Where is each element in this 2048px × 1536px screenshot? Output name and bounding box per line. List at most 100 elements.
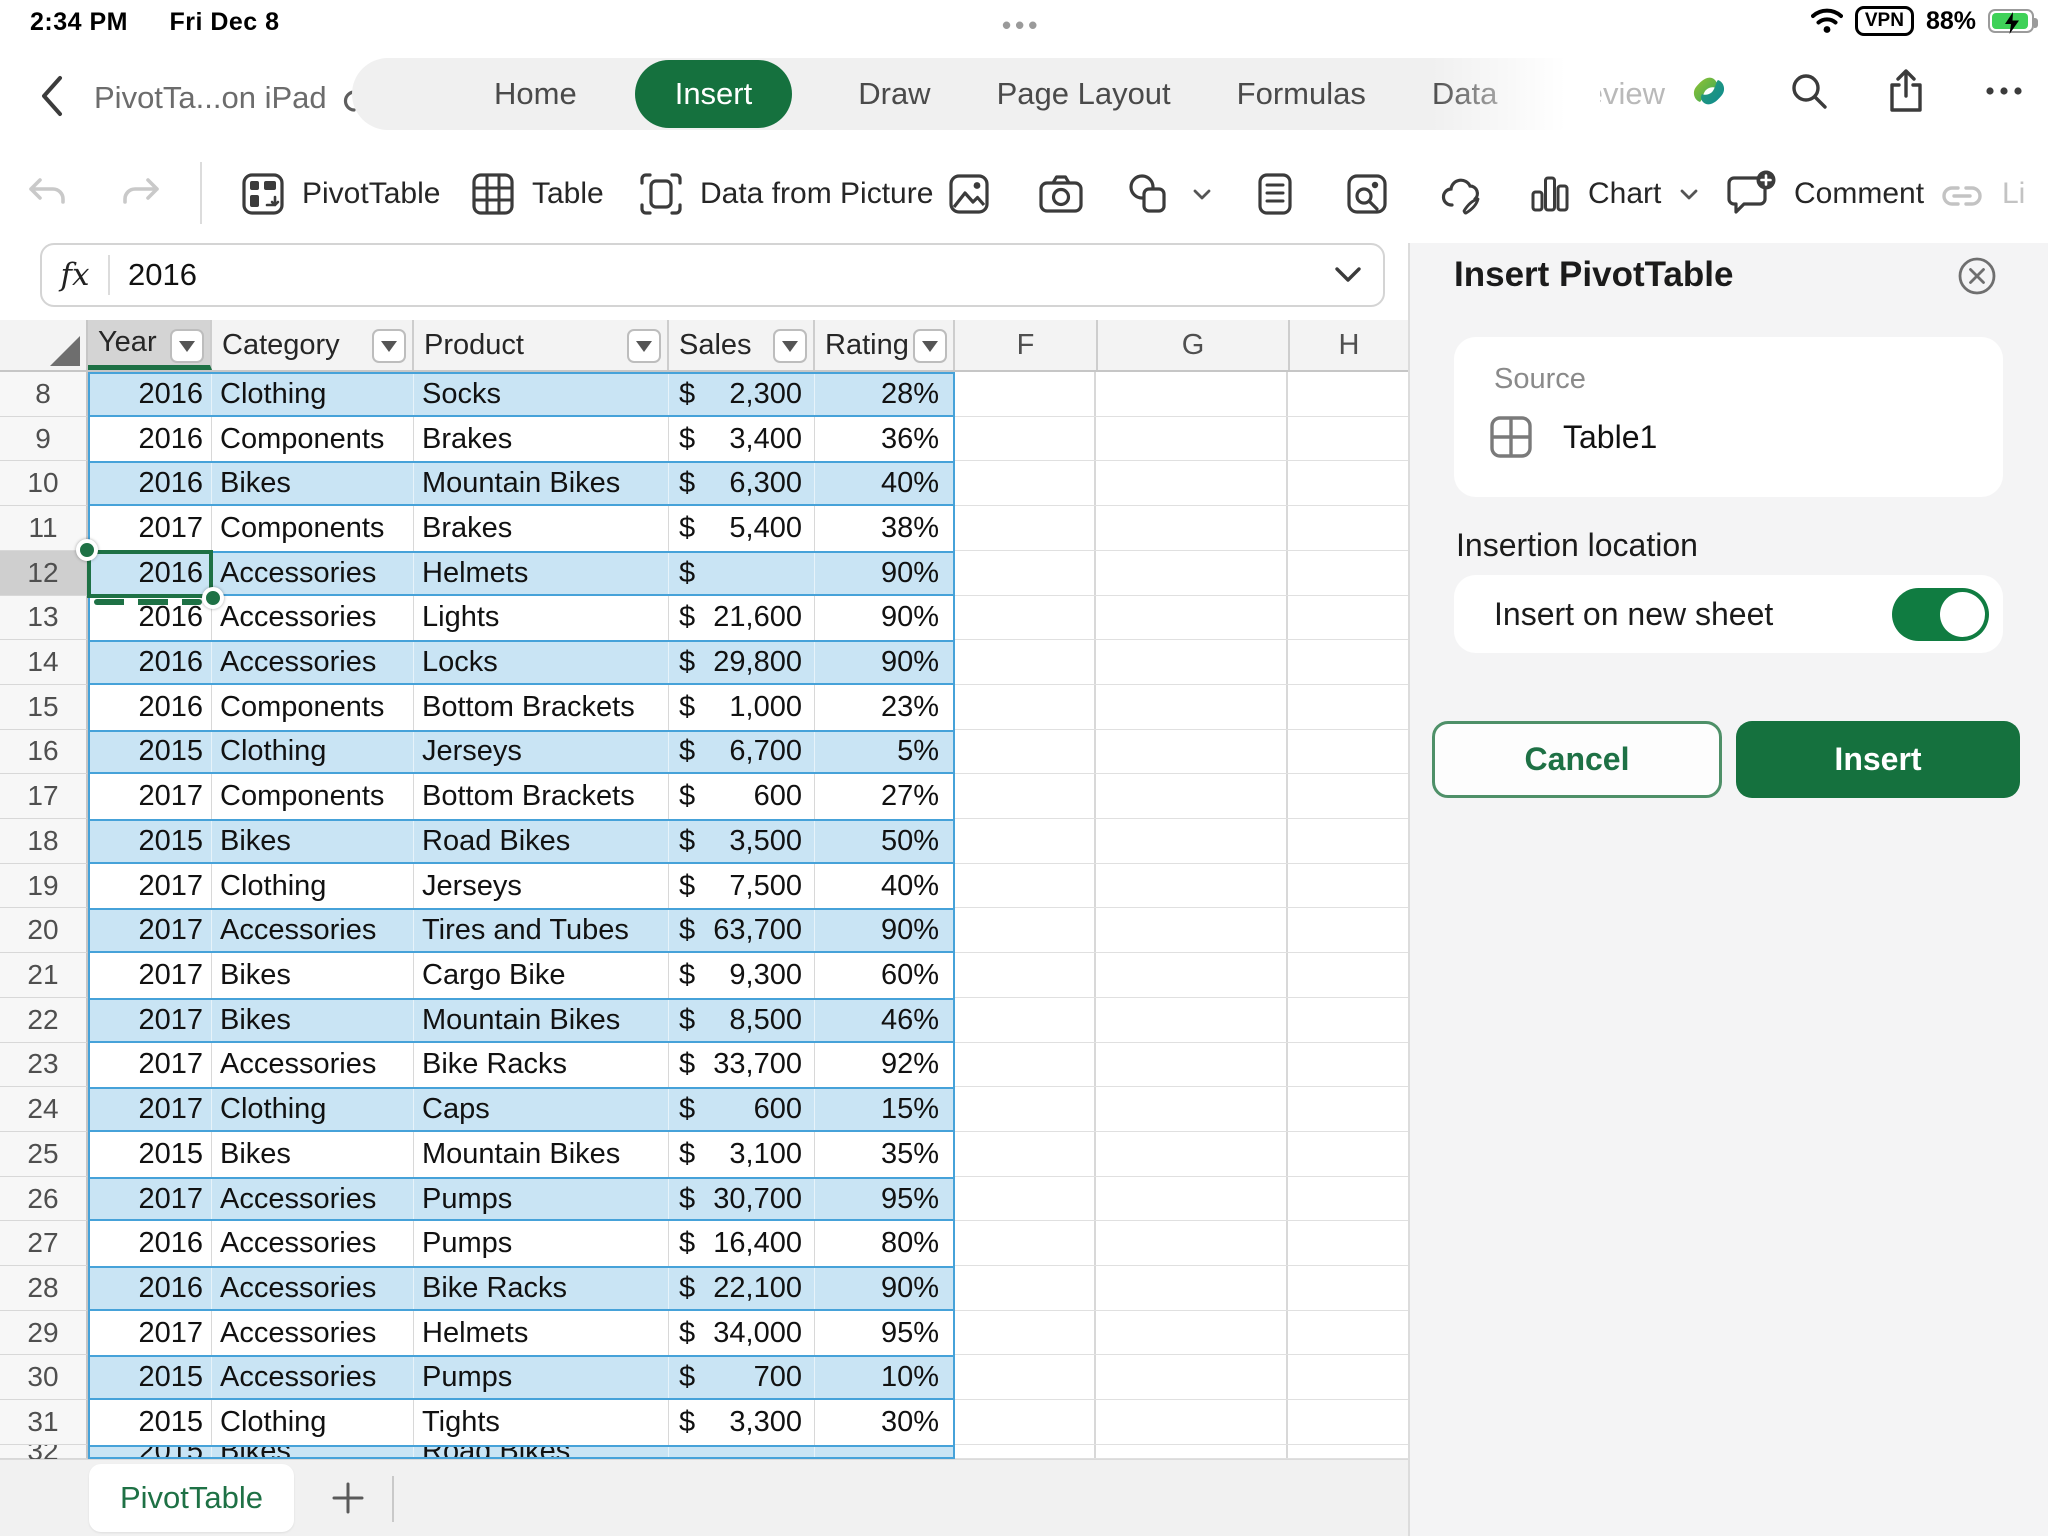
camera-button[interactable] bbox=[1037, 150, 1085, 238]
column-header-h[interactable]: H bbox=[1290, 320, 1408, 370]
cell-rating[interactable]: 40% bbox=[815, 864, 953, 909]
cell-year[interactable]: 2015 bbox=[90, 1400, 212, 1445]
cell-year[interactable]: 2017 bbox=[90, 506, 212, 551]
empty-cell[interactable] bbox=[1288, 908, 1406, 952]
cell-product[interactable]: Road Bikes bbox=[414, 821, 669, 862]
empty-cell[interactable] bbox=[955, 1444, 1096, 1458]
cell-year[interactable]: 2015 bbox=[90, 1446, 212, 1457]
source-row[interactable]: Table1 bbox=[1487, 413, 1657, 461]
column-header-product[interactable]: Product bbox=[414, 320, 669, 370]
cell-rating[interactable]: 10% bbox=[815, 1357, 953, 1398]
empty-cell[interactable] bbox=[1288, 1266, 1406, 1310]
cell-sales[interactable]: $33,700 bbox=[669, 1042, 815, 1088]
row-number[interactable]: 26 bbox=[0, 1176, 88, 1222]
row-number[interactable]: 12 bbox=[0, 550, 88, 596]
cell-year[interactable]: 2016 bbox=[90, 595, 212, 641]
empty-cell[interactable] bbox=[955, 774, 1096, 819]
cell-sales[interactable]: $6,300 bbox=[669, 463, 815, 505]
cell-category[interactable]: Components bbox=[212, 506, 414, 551]
cell-sales[interactable]: $600 bbox=[669, 774, 815, 820]
column-header-year[interactable]: Year bbox=[88, 320, 212, 370]
row-number[interactable]: 24 bbox=[0, 1087, 88, 1132]
cell-sales[interactable]: $29,800 bbox=[669, 642, 815, 683]
cell-sales[interactable] bbox=[669, 1446, 815, 1457]
empty-cell[interactable] bbox=[1096, 953, 1288, 997]
cell-rating[interactable]: 23% bbox=[815, 685, 953, 730]
column-header-rating[interactable]: Rating bbox=[815, 320, 955, 370]
empty-cell[interactable] bbox=[1288, 640, 1406, 684]
cell-product[interactable]: Tights bbox=[414, 1400, 669, 1445]
empty-cell[interactable] bbox=[1288, 819, 1406, 863]
cell-year[interactable]: 2015 bbox=[90, 821, 212, 862]
back-button[interactable] bbox=[30, 70, 76, 122]
formula-bar[interactable]: fx 2016 bbox=[40, 243, 1385, 307]
empty-cell[interactable] bbox=[1288, 1087, 1406, 1131]
row-number[interactable]: 22 bbox=[0, 997, 88, 1043]
cell-rating[interactable]: 90% bbox=[815, 553, 953, 594]
cell-year[interactable]: 2016 bbox=[90, 684, 212, 730]
cell-category[interactable]: Accessories bbox=[212, 552, 414, 594]
empty-cell[interactable] bbox=[1096, 550, 1288, 595]
cell-product[interactable]: Tires and Tubes bbox=[414, 910, 669, 952]
empty-cell[interactable] bbox=[955, 1042, 1096, 1087]
cell-sales[interactable]: $30,700 bbox=[669, 1178, 815, 1220]
cell-category[interactable]: Accessories bbox=[212, 1357, 414, 1399]
cell-sales[interactable]: $ bbox=[669, 552, 815, 594]
cell-sales[interactable]: $7,500 bbox=[669, 863, 815, 909]
ink-to-shape-button[interactable] bbox=[1438, 150, 1486, 238]
add-sheet-button[interactable] bbox=[320, 1470, 376, 1526]
empty-cell[interactable] bbox=[1096, 1087, 1288, 1131]
textbox-button[interactable] bbox=[1253, 150, 1297, 238]
cell-rating[interactable]: 90% bbox=[815, 1268, 953, 1309]
cell-product[interactable]: Bike Racks bbox=[414, 1042, 669, 1088]
empty-cell[interactable] bbox=[1288, 953, 1406, 997]
copilot-icon[interactable] bbox=[1686, 68, 1732, 114]
cell-product[interactable]: Brakes bbox=[414, 506, 669, 551]
cell-rating[interactable]: 27% bbox=[815, 774, 953, 819]
empty-cell[interactable] bbox=[1288, 461, 1406, 505]
chart-button[interactable]: Chart bbox=[1528, 150, 1701, 238]
cell-year[interactable]: 2015 bbox=[90, 731, 212, 773]
empty-cell[interactable] bbox=[1096, 729, 1288, 774]
cell-rating[interactable]: 90% bbox=[815, 642, 953, 683]
cell-category[interactable]: Bikes bbox=[212, 1446, 414, 1457]
cell-sales[interactable]: $22,100 bbox=[669, 1268, 815, 1309]
empty-cell[interactable] bbox=[955, 595, 1096, 640]
empty-cell[interactable] bbox=[1096, 1176, 1288, 1221]
row-number[interactable]: 19 bbox=[0, 863, 88, 909]
row-number[interactable]: 25 bbox=[0, 1131, 88, 1177]
row-number[interactable]: 13 bbox=[0, 595, 88, 641]
cell-rating[interactable]: 40% bbox=[815, 463, 953, 504]
column-header-category[interactable]: Category bbox=[212, 320, 414, 370]
cell-sales[interactable]: $3,500 bbox=[669, 821, 815, 862]
empty-cell[interactable] bbox=[1288, 596, 1406, 640]
cell-rating[interactable]: 95% bbox=[815, 1311, 953, 1356]
empty-cell[interactable] bbox=[1096, 1400, 1288, 1444]
cell-year[interactable]: 2017 bbox=[90, 863, 212, 909]
cell-category[interactable]: Accessories bbox=[212, 642, 414, 683]
cell-year[interactable]: 2017 bbox=[90, 999, 212, 1041]
empty-cell[interactable] bbox=[955, 1131, 1096, 1176]
sheet-tab-pivottable[interactable]: PivotTable bbox=[89, 1464, 294, 1532]
cell-product[interactable]: Caps bbox=[414, 1089, 669, 1130]
cell-rating[interactable]: 46% bbox=[815, 1000, 953, 1041]
cell-category[interactable]: Accessories bbox=[212, 1221, 414, 1267]
empty-cell[interactable] bbox=[1288, 1132, 1406, 1176]
cell-year[interactable]: 2016 bbox=[90, 552, 212, 594]
cell-product[interactable]: Helmets bbox=[414, 552, 669, 594]
cell-product[interactable]: Road Bikes bbox=[414, 1446, 669, 1457]
cell-category[interactable]: Accessories bbox=[212, 1178, 414, 1220]
empty-cell[interactable] bbox=[1288, 372, 1406, 416]
shapes-button[interactable] bbox=[1124, 150, 1214, 238]
empty-cell[interactable] bbox=[1096, 1444, 1288, 1458]
data-from-picture-button[interactable]: Data from Picture bbox=[638, 150, 933, 238]
more-options-icon[interactable] bbox=[1982, 69, 2026, 113]
row-number[interactable]: 16 bbox=[0, 729, 88, 775]
column-header-g[interactable]: G bbox=[1098, 320, 1290, 370]
cell-product[interactable]: Mountain Bikes bbox=[414, 999, 669, 1041]
cell-year[interactable]: 2016 bbox=[90, 416, 212, 462]
cell-rating[interactable]: 50% bbox=[815, 821, 953, 862]
empty-cell[interactable] bbox=[955, 1221, 1096, 1266]
empty-cell[interactable] bbox=[1288, 864, 1406, 908]
empty-cell[interactable] bbox=[955, 416, 1096, 461]
